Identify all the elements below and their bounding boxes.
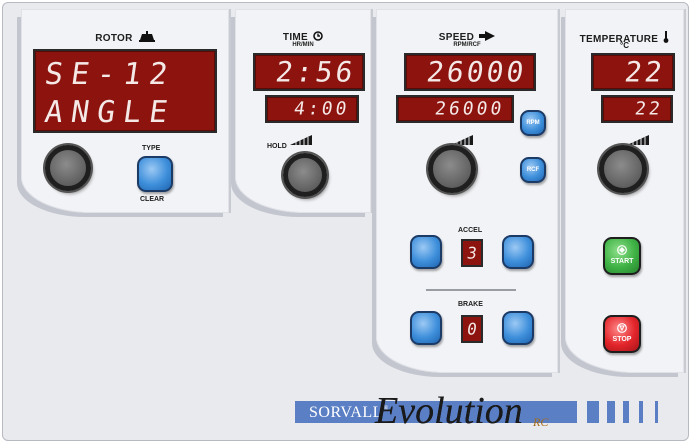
rcf-button[interactable]: RCF xyxy=(520,157,546,183)
accel-display: 3 xyxy=(461,239,483,267)
ramp-signal-icon xyxy=(290,135,312,145)
brake-increase-button[interactable] xyxy=(502,311,534,345)
rotor-section: ROTOR SE-12 ANGLE TYPE CLEAR xyxy=(21,9,231,213)
speed-arrow-icon xyxy=(479,31,496,41)
clock-icon xyxy=(313,31,323,41)
control-panel: ROTOR SE-12 ANGLE TYPE CLEAR TIME HR/MIN xyxy=(2,2,689,441)
ramp-signal-icon xyxy=(451,135,473,145)
speed-actual-value: 26000 xyxy=(424,55,529,89)
clear-label: CLEAR xyxy=(140,196,165,203)
type-label: TYPE xyxy=(142,145,161,152)
hold-label: HOLD xyxy=(267,143,287,150)
temperature-set-value: 22 xyxy=(633,98,665,120)
rotor-display: SE-12 ANGLE xyxy=(33,49,217,133)
speed-section: SPEED RPM/RCF 26000 26000 RPM RCF ACCEL … xyxy=(376,9,560,373)
brake-decrease-button[interactable] xyxy=(410,311,442,345)
brand-stripe xyxy=(639,401,643,423)
stop-icon xyxy=(617,323,627,333)
rotor-knob[interactable] xyxy=(45,145,91,191)
temperature-actual-value: 22 xyxy=(622,55,668,89)
brand-name-text: SORVALL xyxy=(309,404,383,421)
start-icon xyxy=(617,245,627,255)
rpm-button[interactable]: RPM xyxy=(520,110,546,136)
temperature-subtitle: °C xyxy=(620,41,629,50)
time-subtitle: HR/MIN xyxy=(292,42,314,48)
rcf-label: RCF xyxy=(526,167,540,173)
time-set-display: 4:00 xyxy=(265,95,359,123)
speed-actual-display: 26000 xyxy=(404,53,536,91)
time-actual-value: 2:56 xyxy=(273,55,358,89)
speed-set-display: 26000 xyxy=(396,95,514,123)
start-button[interactable]: START xyxy=(603,237,641,275)
time-section: TIME HR/MIN 2:56 4:00 HOLD xyxy=(235,9,373,213)
type-clear-button[interactable] xyxy=(137,156,173,192)
accel-brake-divider xyxy=(426,289,516,291)
brake-value: 0 xyxy=(465,319,479,339)
brand-model: Evolution xyxy=(375,390,523,432)
temperature-set-display: 22 xyxy=(601,95,673,123)
rotor-line2: ANGLE xyxy=(42,95,178,130)
brand-suffix: RC xyxy=(533,415,549,429)
accel-value: 3 xyxy=(465,243,479,263)
speed-set-value: 26000 xyxy=(433,98,506,120)
stop-button[interactable]: STOP xyxy=(603,315,641,353)
temperature-knob[interactable] xyxy=(599,145,647,193)
brand-stripe xyxy=(607,401,615,423)
time-set-value: 4:00 xyxy=(292,98,351,120)
time-actual-display: 2:56 xyxy=(253,53,365,91)
ramp-signal-icon xyxy=(627,135,649,145)
brand-stripe xyxy=(655,401,658,423)
rotor-line1: SE-12 xyxy=(42,57,178,92)
rotor-title: ROTOR xyxy=(21,31,229,44)
rotor-title-text: ROTOR xyxy=(95,33,133,44)
speed-subtitle: RPM/RCF xyxy=(453,42,481,48)
temperature-section: TEMPERATURE °C 22 22 START STOP xyxy=(565,9,686,373)
brake-label: BRAKE xyxy=(458,301,483,308)
accel-decrease-button[interactable] xyxy=(410,235,442,269)
stop-label: STOP xyxy=(612,336,632,343)
rotor-icon xyxy=(138,31,155,42)
time-knob[interactable] xyxy=(283,153,327,197)
brand-stripe xyxy=(623,401,629,423)
speed-knob[interactable] xyxy=(428,145,476,193)
accel-label: ACCEL xyxy=(458,227,483,234)
brake-display: 0 xyxy=(461,315,483,343)
temperature-actual-display: 22 xyxy=(591,53,675,91)
rpm-label: RPM xyxy=(526,120,540,126)
start-label: START xyxy=(610,258,634,265)
accel-increase-button[interactable] xyxy=(502,235,534,269)
brand-stripe xyxy=(587,401,599,423)
